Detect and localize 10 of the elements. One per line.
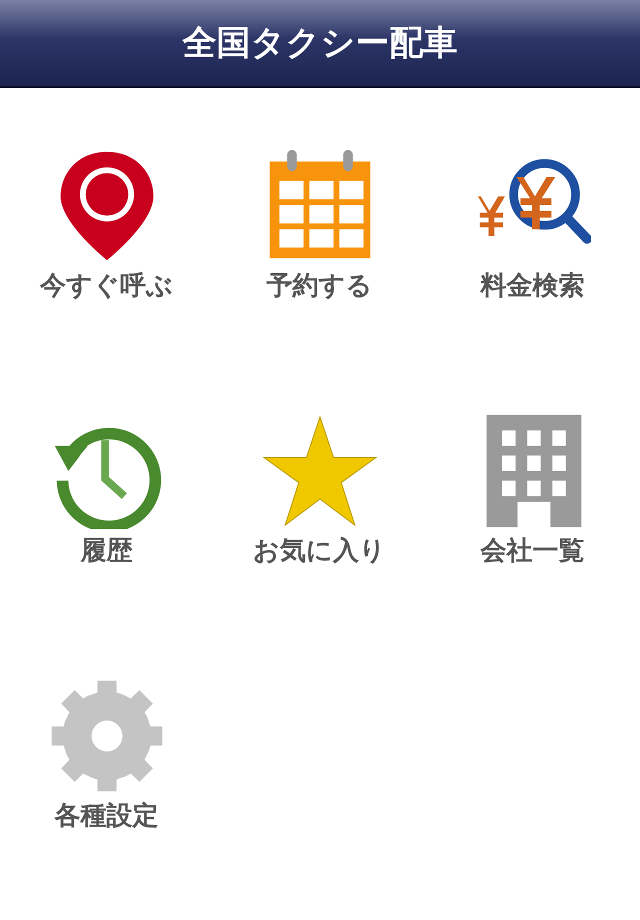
star-icon — [262, 413, 378, 529]
menu-item[interactable]: 会社一覧 — [426, 413, 639, 678]
settings-icon — [48, 678, 164, 794]
app-title: 全国タクシー配車 — [182, 22, 458, 65]
menu-item[interactable]: 今すぐ呼ぶ — [0, 148, 213, 413]
menu-item[interactable]: 各種設定 — [0, 678, 213, 920]
menu-item[interactable]: 履歴 — [0, 413, 213, 678]
menu-item[interactable]: 予約する — [213, 148, 426, 413]
menu-item[interactable]: 料金検索 — [426, 148, 639, 413]
menu-item[interactable]: お気に入り — [213, 413, 426, 678]
